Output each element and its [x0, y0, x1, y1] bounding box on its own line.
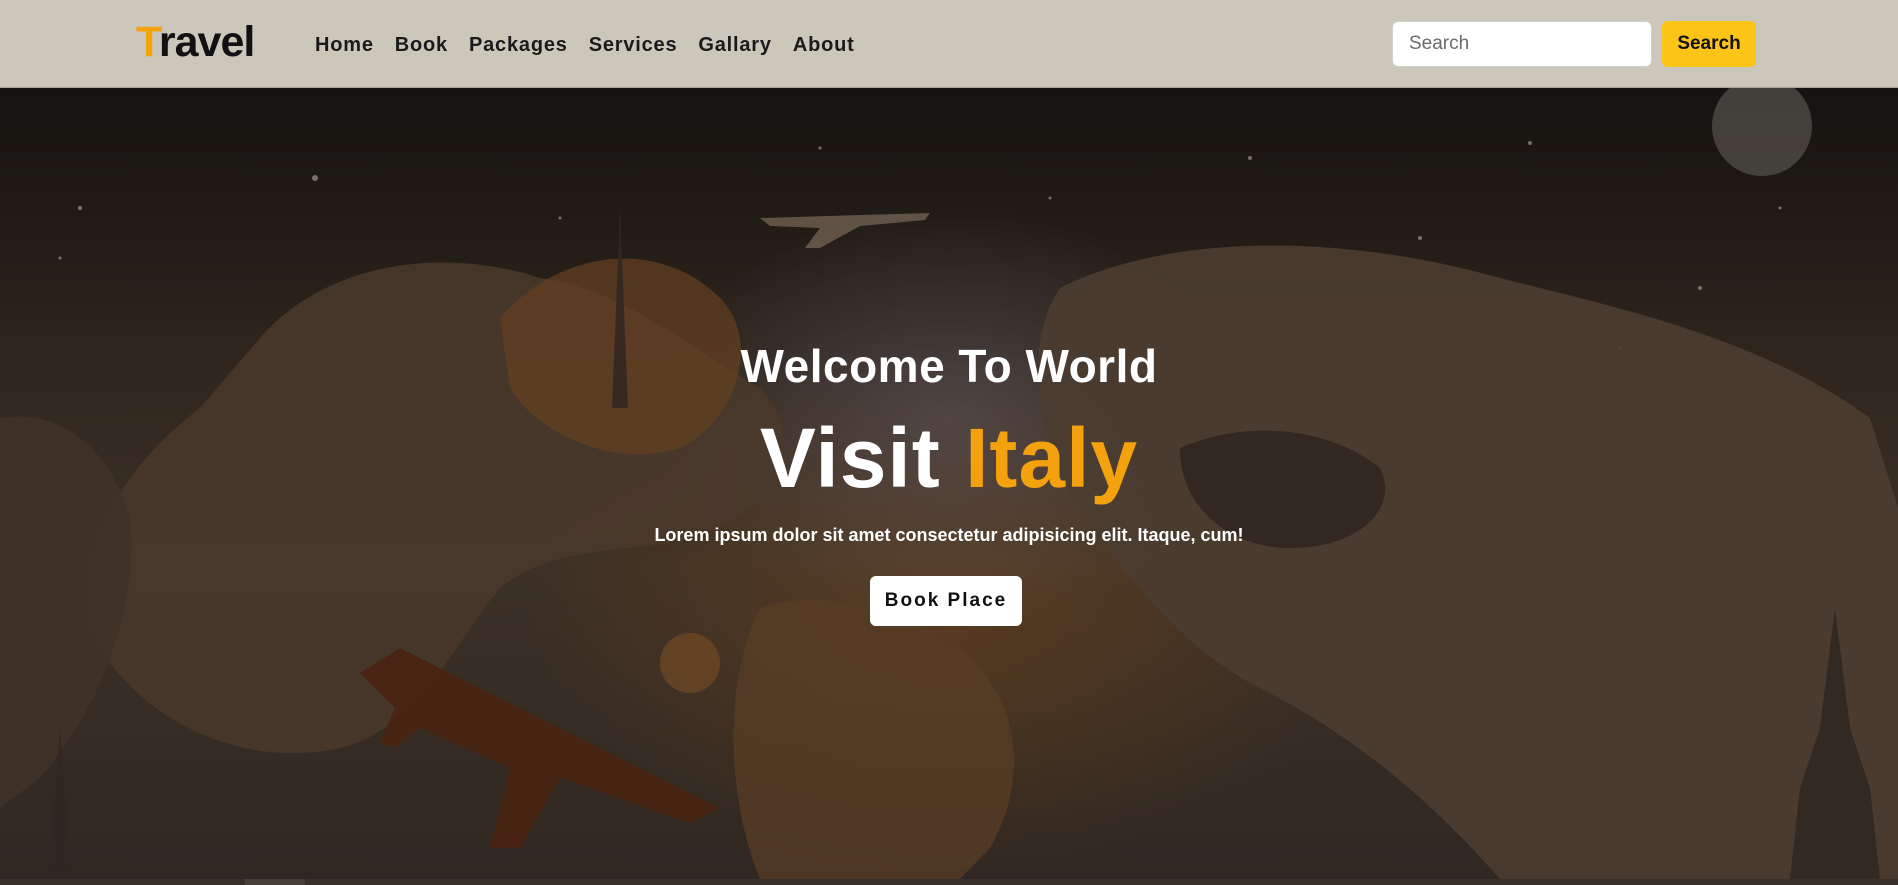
- hero-description: Lorem ipsum dolor sit amet consectetur a…: [654, 525, 1244, 545]
- search-input[interactable]: [1392, 21, 1652, 67]
- hero-title-prefix: Visit: [759, 411, 966, 505]
- nav-link-services[interactable]: Services: [589, 28, 678, 62]
- hero-title: Visit Italy: [0, 408, 1898, 508]
- nav-link-home[interactable]: Home: [315, 28, 374, 62]
- nav-link-packages[interactable]: Packages: [469, 28, 568, 62]
- search-button[interactable]: Search: [1662, 21, 1756, 67]
- bottom-strip: [0, 879, 1898, 885]
- nav-link-about[interactable]: About: [793, 28, 855, 62]
- brand-logo-rest: ravel: [158, 18, 255, 66]
- hero-subtitle: Welcome To World: [740, 340, 1158, 392]
- hero-title-highlight: Italy: [965, 411, 1139, 505]
- brand-logo-initial: T: [136, 18, 160, 66]
- brand-logo[interactable]: Travel: [136, 14, 255, 70]
- book-place-button[interactable]: Book Place: [870, 576, 1022, 626]
- bottom-strip-tab: [245, 879, 305, 885]
- navbar: Travel Home Book Packages Services Galla…: [0, 0, 1898, 88]
- main-nav: Home Book Packages Services Gallary Abou…: [315, 28, 876, 62]
- hero-section: Welcome To World Visit Italy Lorem ipsum…: [0, 88, 1898, 879]
- nav-link-gallary[interactable]: Gallary: [698, 28, 771, 62]
- nav-link-book[interactable]: Book: [395, 28, 448, 62]
